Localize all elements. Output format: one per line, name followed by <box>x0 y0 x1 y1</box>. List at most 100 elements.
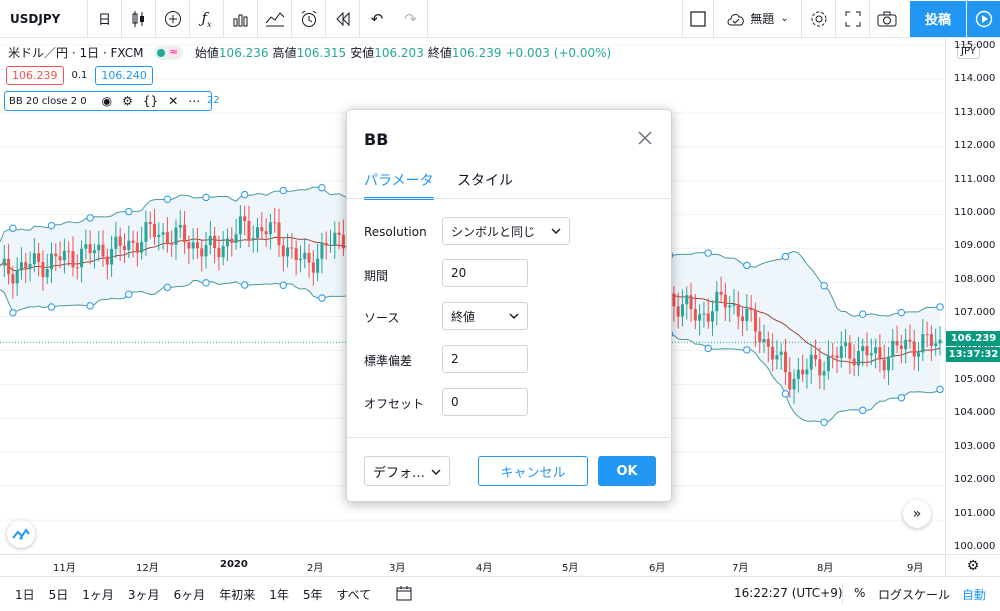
range-button[interactable]: 1日 <box>8 586 42 603</box>
interval-button[interactable]: 日 <box>88 0 122 38</box>
indicator-settings-dialog: BB パラメータ スタイル Resolution シンボルと同じ 期間 20 ソ… <box>346 109 673 502</box>
candle-body <box>762 338 766 343</box>
ok-button[interactable]: OK <box>598 456 656 486</box>
candle-body <box>187 242 191 249</box>
candle-body <box>865 346 869 356</box>
defaults-dropdown[interactable]: デフォ… <box>364 456 450 486</box>
time-tick: 12月 <box>136 563 159 574</box>
scroll-to-realtime-button[interactable]: » <box>903 500 931 528</box>
candle-body <box>779 351 783 355</box>
resolution-select[interactable]: シンボルと同じ <box>442 217 570 245</box>
fullscreen-button[interactable] <box>836 0 870 38</box>
logo-icon <box>12 528 30 540</box>
range-button[interactable]: すべて <box>330 586 379 603</box>
candle-body <box>97 244 101 251</box>
cancel-button[interactable]: キャンセル <box>478 456 588 486</box>
range-button[interactable]: 3ヶ月 <box>121 586 167 603</box>
period-input[interactable]: 20 <box>442 259 528 287</box>
band-handle <box>743 261 751 270</box>
range-button[interactable]: 年初来 <box>212 586 262 603</box>
series-title[interactable]: 米ドル／円 · 1日 · FXCM <box>8 44 144 61</box>
financials-button[interactable] <box>224 0 258 38</box>
buy-button[interactable]: 106.240 <box>95 66 153 85</box>
price-tick: 115.000 <box>954 40 996 51</box>
source-select[interactable]: 終値 <box>442 302 528 330</box>
save-layout-button[interactable]: 無題 ⌄ <box>714 0 802 38</box>
gear-icon[interactable]: ⚙ <box>122 94 133 108</box>
symbol-search-button[interactable]: USDJPY <box>0 0 88 38</box>
candle-body <box>908 339 912 342</box>
offset-input[interactable]: 0 <box>442 388 528 416</box>
range-button[interactable]: 6ヶ月 <box>167 586 213 603</box>
goto-date-icon[interactable] <box>396 585 412 604</box>
divider <box>842 583 843 605</box>
square-icon <box>690 10 706 27</box>
snapshot-button[interactable] <box>870 0 904 38</box>
footer-divider <box>347 437 673 438</box>
close-icon[interactable]: ✕ <box>168 94 178 108</box>
band-handle <box>704 344 712 353</box>
market-status[interactable]: ≈ <box>153 45 183 60</box>
chart-settings-corner[interactable]: ⚙ <box>945 554 1000 576</box>
chart-type-candles-button[interactable] <box>122 0 156 38</box>
alert-button[interactable] <box>292 0 326 38</box>
indicators-button[interactable]: ƒx <box>190 0 224 38</box>
candle-body <box>333 232 337 245</box>
settings-button[interactable] <box>802 0 836 38</box>
publish-button[interactable]: 投稿 <box>910 0 966 37</box>
redo-button[interactable]: ↷ <box>394 0 428 38</box>
bar-chart-icon <box>233 14 247 26</box>
indicator-value: 22 <box>207 95 220 106</box>
range-button[interactable]: 1ヶ月 <box>75 586 121 603</box>
band-handle <box>936 303 944 311</box>
eye-icon[interactable]: ◉ <box>102 94 112 108</box>
range-button[interactable]: 5日 <box>42 586 76 603</box>
candle-body <box>745 308 749 322</box>
auto-scale-toggle[interactable]: 自動 <box>962 586 986 603</box>
more-icon[interactable]: ⋯ <box>188 94 200 108</box>
stddev-input[interactable]: 2 <box>442 345 528 373</box>
candle-body <box>165 232 169 244</box>
range-button[interactable]: 5年 <box>296 586 330 603</box>
sell-button[interactable]: 106.239 <box>6 66 64 85</box>
candle-body <box>268 222 272 235</box>
log-scale-toggle[interactable]: ログスケール <box>878 586 950 603</box>
candle-body <box>195 242 199 249</box>
tradingview-logo-button[interactable] <box>7 520 35 548</box>
function-icon: ƒx <box>201 8 212 29</box>
bar-countdown-label: 13:37:32 <box>946 347 1000 362</box>
templates-button[interactable] <box>258 0 292 38</box>
candle-body <box>783 351 787 373</box>
tab-parameters[interactable]: パラメータ <box>364 170 434 200</box>
range-button[interactable]: 1年 <box>262 586 296 603</box>
indicator-legend[interactable]: BB 20 close 2 0 ◉ ⚙ {} ✕ ⋯ <box>4 91 213 111</box>
time-axis[interactable]: 11月 12月 2020 2月 3月 4月 5月 6月 7月 8月 9月 <box>0 554 945 576</box>
tab-style[interactable]: スタイル <box>457 170 513 200</box>
open-value: 106.236 <box>218 45 269 60</box>
band-handle <box>936 385 944 394</box>
compare-button[interactable] <box>156 0 190 38</box>
time-tick: 5月 <box>562 563 579 574</box>
candle-body <box>741 316 745 322</box>
candle-body <box>814 354 818 360</box>
time-tick: 6月 <box>649 563 666 574</box>
source-code-icon[interactable]: {} <box>143 94 158 108</box>
layout-button[interactable] <box>682 0 714 38</box>
candle-body <box>831 355 835 357</box>
double-chevron-right-icon: » <box>912 506 922 522</box>
clock-timezone[interactable]: 16:22:27 (UTC+9) <box>734 586 843 600</box>
price-axis[interactable]: JPY 115.000 114.000 113.000 112.000 111.000 1… <box>945 38 1000 554</box>
candle-body <box>122 245 126 250</box>
replay-button[interactable] <box>326 0 360 38</box>
indicator-title[interactable]: BB 20 close 2 0 <box>9 96 87 107</box>
play-button[interactable] <box>966 0 1000 37</box>
undo-button[interactable]: ↶ <box>360 0 394 38</box>
candle-body <box>80 248 84 268</box>
candle-body <box>135 242 139 253</box>
percent-toggle[interactable]: % <box>854 586 865 600</box>
candle-body <box>822 371 826 376</box>
candle-body <box>826 355 830 372</box>
candle-body <box>200 248 204 257</box>
candle-body <box>273 222 277 224</box>
dialog-close-button[interactable] <box>635 128 655 148</box>
